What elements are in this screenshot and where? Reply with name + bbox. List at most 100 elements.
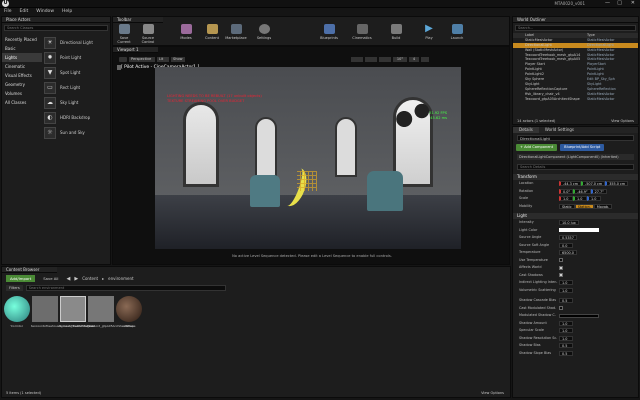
- light-color-swatch[interactable]: [559, 228, 599, 233]
- launch-button[interactable]: Launch: [446, 24, 468, 46]
- rotation-y[interactable]: -46.9°: [573, 188, 591, 194]
- settings-button[interactable]: Settings: [253, 24, 275, 46]
- details-search-input[interactable]: Search Details: [517, 164, 634, 170]
- path-forward-icon[interactable]: ▶: [74, 276, 78, 282]
- cascade-bias-input[interactable]: 0.5: [559, 298, 573, 304]
- location-z[interactable]: 355.0 cm: [605, 181, 629, 187]
- rotation-x[interactable]: 0.0°: [559, 188, 574, 194]
- asset-walltex[interactable]: walltex: [115, 296, 142, 328]
- marketplace-button[interactable]: Marketplace: [225, 24, 247, 46]
- filters-button[interactable]: Filters: [6, 285, 23, 291]
- blueprint-add-script-button[interactable]: Blueprint/Add Script: [560, 144, 605, 151]
- temperature-input[interactable]: 6500.0: [559, 250, 577, 256]
- category-visual-effects[interactable]: Visual Effects: [2, 71, 42, 80]
- item-sky-light[interactable]: ☁ Sky Light: [44, 95, 110, 110]
- category-cinematic[interactable]: Cinematic: [2, 62, 42, 71]
- volumetric-input[interactable]: 1.0: [559, 287, 573, 293]
- world-settings-tab[interactable]: World Settings: [539, 127, 580, 133]
- menu-help[interactable]: Help: [62, 8, 72, 16]
- angle-snap-value[interactable]: 10°: [393, 57, 407, 62]
- minimize-button[interactable]: —: [605, 0, 610, 6]
- path-environment[interactable]: environment: [108, 276, 133, 281]
- play-button[interactable]: ▶ Play: [418, 24, 440, 46]
- item-spot-light[interactable]: ▼ Spot Light: [44, 65, 110, 80]
- category-geometry[interactable]: Geometry: [2, 80, 42, 89]
- menu-edit[interactable]: Edit: [20, 8, 29, 16]
- category-basic[interactable]: Basic: [2, 44, 42, 53]
- maximize-button[interactable]: □: [617, 0, 622, 6]
- close-button[interactable]: ✕: [631, 0, 635, 6]
- location-y[interactable]: -507.0 cm: [581, 181, 606, 187]
- item-rect-light[interactable]: ▭ Rect Light: [44, 80, 110, 95]
- item-point-light[interactable]: ✹ Point Light: [44, 50, 110, 65]
- scale-snap-icon[interactable]: [379, 57, 391, 62]
- source-soft-angle-input[interactable]: 0.0: [559, 242, 573, 248]
- blueprints-button[interactable]: Blueprints: [318, 24, 340, 46]
- category-lights[interactable]: Lights: [2, 53, 42, 62]
- mobility-movable[interactable]: Movab.: [593, 203, 613, 209]
- cast-modulated-checkbox[interactable]: [559, 306, 563, 311]
- menu-window[interactable]: Window: [36, 8, 54, 16]
- outliner-search-input[interactable]: Search...: [515, 25, 636, 31]
- add-import-button[interactable]: Add/Import: [6, 275, 36, 282]
- asset-search-input[interactable]: Search environment: [25, 285, 226, 291]
- content-view-options[interactable]: View Options: [481, 391, 504, 395]
- location-x[interactable]: -44.3 cm: [559, 181, 582, 187]
- affects-world-checkbox[interactable]: [559, 265, 563, 270]
- indirect-input[interactable]: 1.0: [559, 280, 573, 286]
- shadow-slope-input[interactable]: 0.5: [559, 350, 573, 356]
- path-content[interactable]: Content: [82, 276, 98, 281]
- outliner-view-options[interactable]: View Options: [611, 119, 634, 123]
- rotate-snap-icon[interactable]: [365, 57, 377, 62]
- show-button[interactable]: Show: [171, 57, 185, 62]
- shadow-bias-input[interactable]: 0.5: [559, 343, 573, 349]
- scale-x[interactable]: 1.0: [559, 196, 573, 202]
- viewport-options-button[interactable]: [119, 57, 127, 62]
- camera-speed-value[interactable]: 4: [409, 57, 419, 62]
- grid-snap-icon[interactable]: [351, 57, 363, 62]
- rotation-z[interactable]: 27.7°: [590, 188, 607, 194]
- world-outliner-tab[interactable]: World Outliner: [513, 17, 638, 23]
- add-component-button[interactable]: + Add Component: [516, 144, 558, 151]
- scale-z[interactable]: 1.0: [587, 196, 601, 202]
- perspective-button[interactable]: Perspective: [129, 57, 155, 62]
- cast-shadows-checkbox[interactable]: [559, 273, 563, 278]
- place-actors-tab[interactable]: Place Actors: [2, 17, 110, 23]
- build-button[interactable]: Build: [385, 24, 407, 46]
- menu-file[interactable]: File: [4, 8, 12, 16]
- lit-button[interactable]: Lit: [157, 57, 169, 62]
- modulated-color-swatch[interactable]: [559, 313, 599, 318]
- scale-y[interactable]: 1.0: [573, 196, 587, 202]
- asset-treehouse-mesh-mat[interactable]: texcoordsTreehouse_mesh_matGiftBucket: [31, 296, 94, 328]
- viewport-tab[interactable]: Viewport 1: [113, 47, 158, 53]
- outliner-row[interactable]: Texcoord_gtpA05ArchitectShape StaticMeshA…: [513, 97, 638, 102]
- asset-treehouse-mat[interactable]: TexcoordTreehouse_mat: [59, 296, 95, 328]
- asset-corridor[interactable]: 'Corridor: [3, 296, 30, 328]
- category-volumes[interactable]: Volumes: [2, 89, 42, 98]
- toolbar-tab[interactable]: Toolbar: [113, 17, 163, 23]
- source-control-button[interactable]: Source Control: [137, 24, 159, 46]
- intensity-input[interactable]: 10.0 lux: [559, 220, 579, 226]
- category-recently-placed[interactable]: Recently Placed: [2, 35, 42, 44]
- use-temperature-checkbox[interactable]: [559, 258, 563, 263]
- specular-input[interactable]: 1.0: [559, 328, 573, 334]
- path-back-icon[interactable]: ◀: [66, 276, 70, 282]
- details-tab[interactable]: Details: [513, 127, 539, 133]
- component-tree-item[interactable]: DirectionalLightComponent (LightComponen…: [517, 154, 634, 160]
- asset-architect-shape[interactable]: Texcoord_gtpA05ArchitectShape: [87, 296, 135, 328]
- content-button[interactable]: Content: [201, 24, 223, 46]
- item-directional-light[interactable]: ☀ Directional Light: [44, 35, 110, 50]
- cinematics-button[interactable]: Cinematics: [351, 24, 373, 46]
- search-classes-input[interactable]: Search Classes: [4, 25, 108, 31]
- shadow-amount-input[interactable]: 1.0: [559, 320, 573, 326]
- item-hdri-backdrop[interactable]: ◐ HDRI Backdrop: [44, 110, 110, 125]
- item-sun-and-sky[interactable]: ☼ Sun and Sky: [44, 125, 110, 140]
- category-all-classes[interactable]: All Classes: [2, 98, 42, 107]
- source-angle-input[interactable]: 0.5357: [559, 235, 577, 241]
- mobility-stationary[interactable]: Station.: [574, 203, 594, 209]
- mobility-static[interactable]: Static: [559, 203, 575, 209]
- save-all-button[interactable]: Save All: [39, 275, 62, 282]
- save-current-button[interactable]: Save Current: [113, 24, 135, 46]
- eject-pilot-icon[interactable]: [117, 65, 121, 70]
- shadow-resolution-input[interactable]: 1.0: [559, 335, 573, 341]
